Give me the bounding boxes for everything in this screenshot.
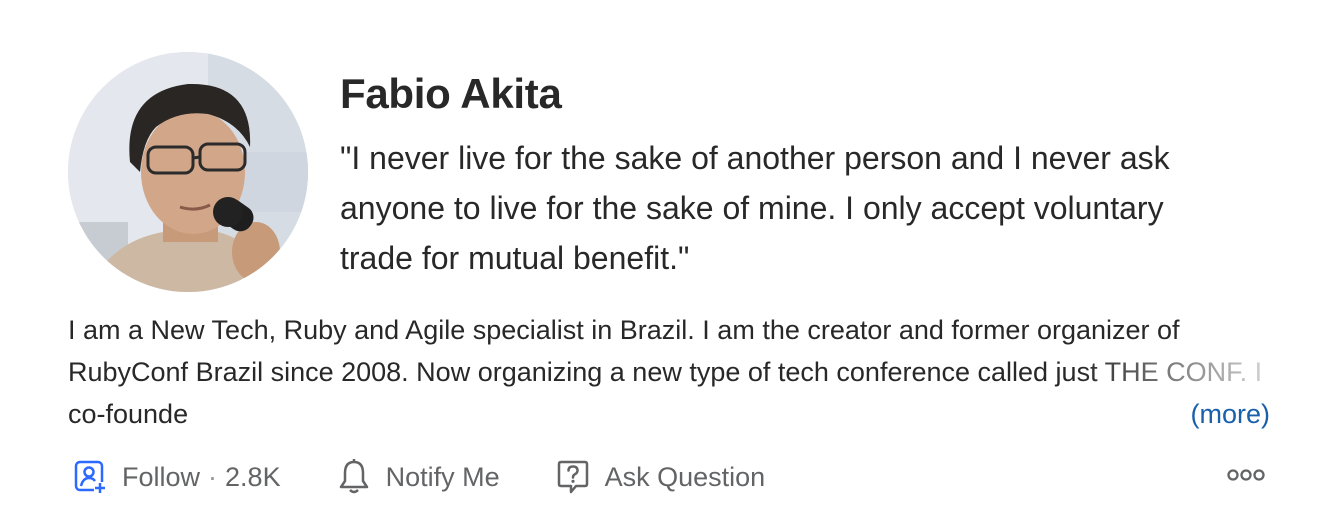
separator-dot: · [208,461,218,492]
avatar[interactable] [68,52,308,292]
bell-icon [336,457,372,497]
profile-name: Fabio Akita [340,70,562,117]
profile-bio: I am a New Tech, Ruby and Agile speciali… [68,315,1263,429]
more-link[interactable]: (more) [1184,393,1270,435]
avatar-photo [68,52,308,292]
notify-label: Notify Me [385,461,500,492]
profile-tagline: "I never live for the sake of another pe… [340,140,1170,276]
follower-count: 2.8K [225,461,281,492]
notify-me-button[interactable]: Notify Me [336,457,500,497]
more-options-button[interactable] [1225,460,1267,494]
ask-question-label: Ask Question [604,461,766,492]
more-options-icon [1226,468,1266,487]
question-bubble-icon [555,457,591,497]
ask-question-button[interactable]: Ask Question [555,457,766,497]
profile-card: Fabio Akita "I never live for the sake o… [0,0,1329,529]
profile-actions: Follow · 2.8K Notify Me Ask Question [72,455,765,499]
follow-button[interactable]: Follow · 2.8K [72,457,281,497]
follow-user-icon [72,457,108,497]
follow-label: Follow [122,461,201,492]
